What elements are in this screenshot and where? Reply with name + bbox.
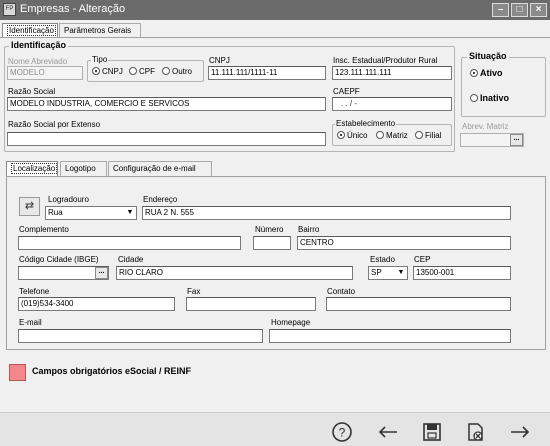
cnpj-field[interactable]: 11.111.111/1111-11 xyxy=(208,66,326,80)
situacao-title: Situação xyxy=(467,51,509,61)
tab-configuracao-email[interactable]: Configuração de e-mail xyxy=(108,161,212,177)
situacao-group xyxy=(461,57,546,117)
contato-field[interactable] xyxy=(326,297,511,311)
numero-label: Número xyxy=(255,225,284,234)
insc-estadual-field[interactable]: 123.111.111.111 xyxy=(332,66,452,80)
codigo-cidade-label: Código Cidade (IBGE) xyxy=(19,255,99,264)
required-legend-text: Campos obrigatórios eSocial / REINF xyxy=(32,366,192,376)
cnpj-label: CNPJ xyxy=(209,56,230,65)
swap-address-button[interactable]: ⇄ xyxy=(19,197,40,216)
estabelecimento-label: Estabelecimento xyxy=(335,119,397,128)
radio-selected-icon xyxy=(337,131,345,139)
tab-logotipo[interactable]: Logotipo xyxy=(60,161,107,177)
fax-label: Fax xyxy=(187,287,201,296)
bairro-field[interactable]: CENTRO xyxy=(297,236,511,250)
email-label: E-mail xyxy=(19,318,42,327)
logradouro-label: Logradouro xyxy=(48,195,89,204)
razao-extenso-field[interactable] xyxy=(7,132,326,146)
razao-social-field[interactable]: MODELO INDUSTRIA, COMERCIO E SERVICOS xyxy=(7,97,326,111)
radio-selected-icon xyxy=(470,69,478,77)
abrev-matriz-label: Abrev. Matriz xyxy=(462,122,509,131)
estab-unico-radio[interactable]: Único xyxy=(337,131,367,141)
help-icon[interactable]: ? xyxy=(330,421,354,443)
cep-field[interactable]: 13500-001 xyxy=(413,266,511,280)
required-color-swatch xyxy=(9,364,26,381)
situacao-ativo-radio[interactable]: Ativo xyxy=(470,68,503,78)
nome-abreviado-field[interactable]: MODELO xyxy=(7,66,83,80)
footer-toolbar: ? xyxy=(0,412,550,446)
radio-selected-icon xyxy=(92,67,100,75)
tab-parametros-gerais[interactable]: Parâmetros Gerais xyxy=(59,23,141,38)
numero-field[interactable] xyxy=(253,236,291,250)
close-button[interactable]: × xyxy=(530,3,547,17)
title-bar: FP Empresas - Alteração – □ × xyxy=(0,0,550,20)
estab-filial-radio[interactable]: Filial xyxy=(415,131,441,141)
email-field[interactable] xyxy=(18,329,263,343)
contato-label: Contato xyxy=(327,287,356,296)
telefone-field[interactable]: (019)534-3400 xyxy=(18,297,175,311)
razao-extenso-label: Razão Social por Extenso xyxy=(8,120,101,129)
caepf-field[interactable]: . . / - xyxy=(332,97,452,111)
radio-empty-icon xyxy=(129,67,137,75)
homepage-field[interactable] xyxy=(269,329,511,343)
razao-social-label: Razão Social xyxy=(8,87,56,96)
codigo-cidade-lookup-button[interactable]: ... xyxy=(95,267,108,279)
maximize-button[interactable]: □ xyxy=(511,3,528,17)
radio-empty-icon xyxy=(415,131,423,139)
homepage-label: Homepage xyxy=(271,318,311,327)
tipo-outro-radio[interactable]: Outro xyxy=(162,67,192,77)
back-arrow-icon[interactable] xyxy=(376,421,400,443)
bairro-label: Bairro xyxy=(298,225,320,234)
cep-label: CEP xyxy=(414,255,431,264)
estado-label: Estado xyxy=(370,255,395,264)
fax-field[interactable] xyxy=(186,297,316,311)
estado-select[interactable]: SP ▼ xyxy=(368,266,408,280)
complemento-label: Complemento xyxy=(19,225,69,234)
endereco-field[interactable]: RUA 2 N. 555 xyxy=(142,206,511,220)
save-icon[interactable] xyxy=(420,421,444,443)
radio-empty-icon xyxy=(162,67,170,75)
abrev-matriz-lookup-button[interactable]: ... xyxy=(510,134,523,146)
tipo-cnpj-radio[interactable]: CNPJ xyxy=(92,67,123,77)
identificacao-group-title: Identificação xyxy=(9,40,69,50)
telefone-label: Telefone xyxy=(19,287,50,296)
situacao-inativo-radio[interactable]: Inativo xyxy=(470,93,509,103)
chevron-down-icon: ▼ xyxy=(126,209,134,216)
nome-abreviado-label: Nome Abreviado xyxy=(8,57,68,66)
minimize-button[interactable]: – xyxy=(492,3,509,17)
radio-empty-icon xyxy=(376,131,384,139)
tab-identificacao[interactable]: Identificação xyxy=(2,23,58,38)
endereco-label: Endereço xyxy=(143,195,178,204)
cidade-field[interactable]: RIO CLARO xyxy=(116,266,353,280)
cidade-label: Cidade xyxy=(118,255,144,264)
window-title: Empresas - Alteração xyxy=(20,3,126,15)
caepf-label: CAEPF xyxy=(333,87,360,96)
forward-arrow-icon[interactable] xyxy=(508,421,532,443)
insc-estadual-label: Insc. Estadual/Produtor Rural xyxy=(333,56,438,65)
tipo-cpf-radio[interactable]: CPF xyxy=(129,67,155,77)
logradouro-select[interactable]: Rua ▼ xyxy=(45,206,137,220)
chevron-down-icon: ▼ xyxy=(397,269,405,276)
tab-divider xyxy=(0,37,550,38)
app-icon: FP xyxy=(3,3,16,16)
radio-empty-icon xyxy=(470,94,478,102)
tipo-label: Tipo xyxy=(91,55,109,64)
estab-matriz-radio[interactable]: Matriz xyxy=(376,131,408,141)
delete-icon[interactable] xyxy=(463,421,487,443)
complemento-field[interactable] xyxy=(18,236,241,250)
tab-localizacao[interactable]: Localização xyxy=(6,161,58,177)
svg-text:?: ? xyxy=(339,426,346,440)
